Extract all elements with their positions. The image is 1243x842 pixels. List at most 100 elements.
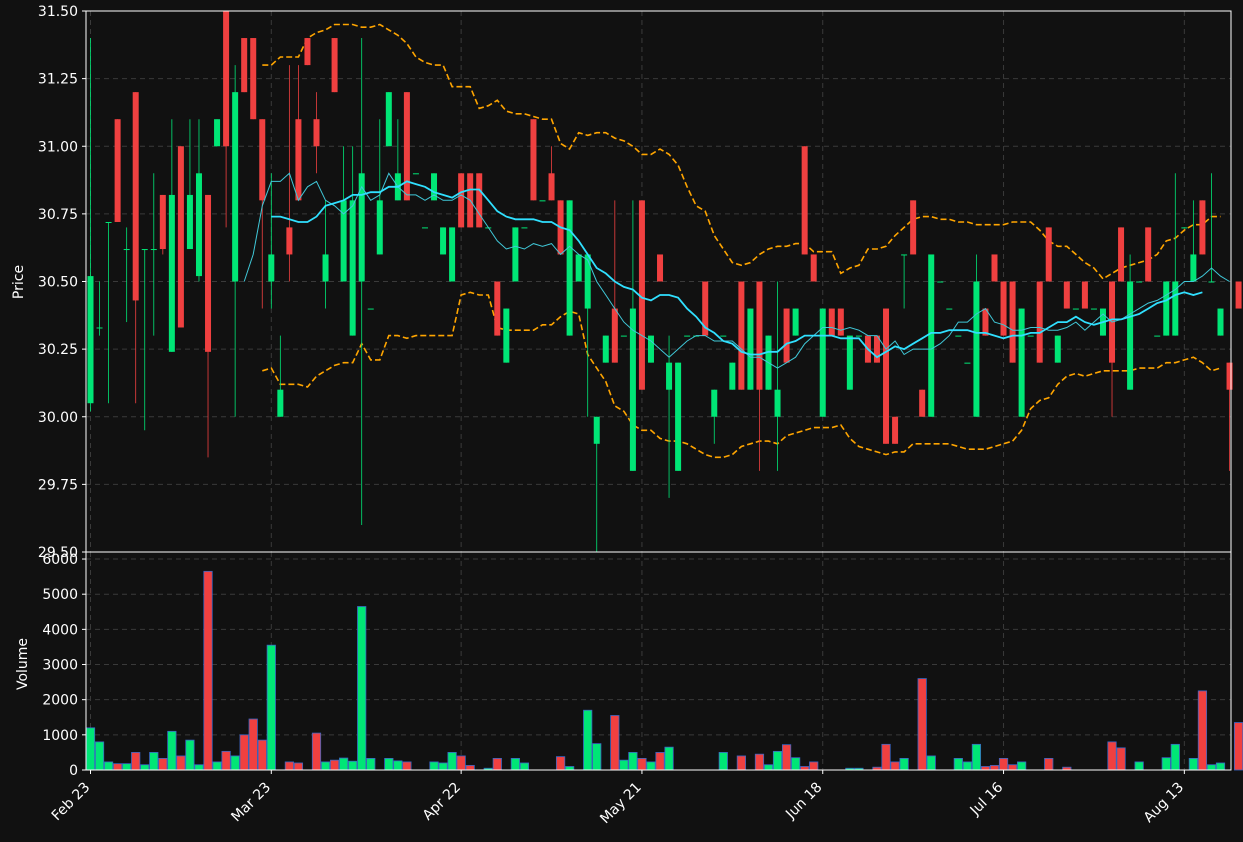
volume-bar (113, 763, 123, 771)
candle-body (440, 227, 447, 255)
candle-body (675, 362, 682, 471)
volume-bar (953, 757, 963, 771)
volume-bar (194, 764, 204, 771)
volume-bar (754, 753, 765, 771)
candle-body (223, 11, 230, 147)
x-tick-label: Jul 16 (967, 779, 1007, 819)
price-tick-label: 31.50 (38, 4, 78, 20)
candle-body (747, 308, 754, 390)
candle-body (964, 362, 971, 364)
price-tick-label: 31.00 (38, 139, 78, 155)
price-tick-label: 30.75 (38, 207, 78, 223)
candle-body (846, 335, 853, 390)
candle-body (385, 92, 392, 147)
candle-body (1217, 308, 1224, 336)
volume-bar (646, 761, 656, 771)
candle-body (512, 227, 519, 282)
candle-body (892, 416, 899, 444)
price-tick-label: 29.75 (38, 477, 78, 493)
candle-body (186, 194, 193, 250)
volume-bar (781, 744, 792, 771)
candle-body (1208, 281, 1215, 283)
volume-bar (203, 570, 213, 771)
volume-tick-label: 6000 (42, 552, 78, 568)
candle-body (1136, 281, 1143, 283)
candle-body (159, 194, 166, 250)
volume-bar (655, 752, 665, 771)
volume-bar (329, 759, 340, 771)
price-tick-label: 30.25 (38, 342, 78, 358)
volume-bar (1161, 757, 1171, 771)
candle-body (666, 362, 673, 390)
volume-bar (989, 765, 1000, 771)
x-ticks: Feb 23 Mar 23 Apr 22 May 21 Jun 18 Jul 16 Aug … (49, 770, 1187, 827)
candle-body (711, 389, 718, 417)
volume-bar (465, 765, 475, 771)
candle-body (593, 416, 600, 444)
volume-bars (85, 570, 1243, 771)
volume-bar (366, 757, 376, 771)
volume-bar (185, 739, 195, 771)
candle-body (376, 200, 383, 255)
candle-body (955, 335, 962, 337)
bollinger-bands (262, 23, 1221, 459)
candle-body (1199, 200, 1206, 255)
volume-bar (393, 760, 403, 771)
candle-body (602, 335, 609, 363)
candle-body (1127, 281, 1134, 390)
candle-body (1054, 335, 1061, 363)
candle-body (322, 254, 329, 282)
candle-body (250, 38, 257, 120)
volume-bar (565, 766, 575, 771)
volume-bar (510, 757, 520, 771)
volume-bar (103, 761, 114, 771)
x-tick-label: Apr 22 (420, 780, 464, 824)
x-tick-label: May 21 (597, 780, 645, 828)
volume-bar (357, 606, 367, 771)
candle-body (87, 276, 94, 404)
candle-body (286, 227, 293, 255)
price-tick-label: 30.50 (38, 275, 78, 291)
volume-bar (230, 755, 240, 771)
moving-average-fast-line (243, 172, 1230, 369)
volume-bar (176, 755, 186, 771)
price-tick-label: 31.25 (38, 72, 78, 88)
candle-body (801, 146, 808, 255)
volume-bar (772, 750, 783, 771)
candle-body (132, 92, 139, 301)
price-y-ticks: 29.5029.7530.0030.2530.5030.7531.0031.25… (38, 4, 86, 561)
candle-body (494, 281, 501, 336)
volume-bar (438, 762, 448, 771)
candle-body (837, 308, 844, 336)
volume-bar (664, 746, 674, 771)
candle-body (150, 249, 157, 251)
candle-body (991, 254, 998, 282)
candle-body (1027, 335, 1034, 337)
volume-bar (1107, 741, 1117, 771)
volume-bar (167, 730, 177, 771)
volume-bar (402, 761, 412, 771)
volume-tick-label: 5000 (42, 587, 78, 603)
volume-bar (339, 757, 349, 771)
volume-bar (637, 757, 647, 771)
volume-bar (248, 718, 258, 771)
volume-bar (257, 739, 267, 771)
candle-body (114, 119, 121, 222)
candle-body (982, 308, 989, 336)
volume-bar (1134, 761, 1144, 771)
candle-body (96, 327, 103, 329)
volume-bar (266, 644, 276, 771)
candle-body (738, 281, 745, 390)
candle-body (774, 389, 781, 417)
volume-bar (1215, 762, 1226, 771)
volume-bar (583, 709, 593, 771)
candle-body (629, 308, 636, 471)
volume-bar (926, 755, 936, 771)
volume-bar (122, 763, 132, 771)
candle-body (530, 119, 537, 201)
volume-bar (131, 752, 141, 771)
candle-body (458, 173, 465, 228)
candle-body (729, 362, 736, 390)
volume-y-ticks: 0 1000 2000 3000 4000 5000 6000 (42, 552, 86, 779)
candle-body (1018, 308, 1025, 417)
